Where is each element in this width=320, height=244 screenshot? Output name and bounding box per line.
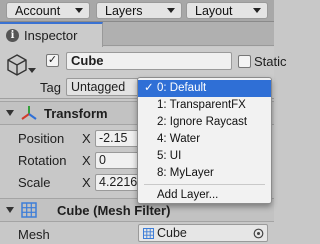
layer-option-label: 5: UI	[157, 150, 182, 162]
active-checkbox[interactable]: ✓	[46, 54, 59, 67]
layer-option-ignore-raycast[interactable]: 2: Ignore Raycast	[138, 114, 271, 131]
static-checkbox[interactable]	[238, 55, 251, 68]
icon-dropdown-caret-icon[interactable]	[28, 68, 36, 74]
layer-option-label: 2: Ignore Raycast	[157, 116, 248, 128]
transform-title: Transform	[44, 105, 108, 121]
chevron-down-icon	[75, 8, 83, 13]
layout-dropdown[interactable]: Layout	[186, 2, 268, 19]
layer-option-label: 8: MyLayer	[157, 167, 214, 179]
layer-option-label: 4: Water	[157, 133, 201, 145]
account-dropdown[interactable]: Account	[6, 2, 90, 19]
layer-option-transparentfx[interactable]: 1: TransparentFX	[138, 97, 271, 114]
mesh-value: Cube	[157, 226, 187, 240]
position-x-axis-label: X	[82, 131, 91, 146]
layer-option-water[interactable]: 4: Water	[138, 131, 271, 148]
rotation-x-axis-label: X	[82, 153, 91, 168]
layer-option-label: 0: Default	[157, 82, 207, 94]
position-label: Position	[18, 131, 65, 146]
chevron-down-icon	[253, 8, 261, 13]
info-icon: i	[6, 29, 19, 42]
tab-inspector-label: Inspector	[24, 28, 78, 43]
object-picker-icon[interactable]	[253, 228, 264, 239]
layers-label: Layers	[105, 3, 143, 18]
layers-dropdown[interactable]: Layers	[96, 2, 182, 19]
scale-x-axis-label: X	[82, 175, 91, 190]
position-x-field[interactable]: -2.15	[95, 130, 143, 147]
rotation-x-field[interactable]: 0	[95, 152, 143, 169]
account-label: Account	[15, 3, 61, 18]
static-label: Static	[254, 54, 287, 69]
layer-option-mylayer[interactable]: 8: MyLayer	[138, 165, 271, 182]
layout-label: Layout	[195, 3, 233, 18]
gameobject-cube-icon	[7, 54, 27, 76]
tag-value: Untagged	[71, 80, 126, 94]
mesh-grid-icon	[21, 202, 37, 218]
scale-label: Scale	[18, 175, 51, 190]
object-name-input[interactable]: Cube	[66, 52, 232, 70]
mesh-filter-title: Cube (Mesh Filter)	[57, 202, 171, 218]
checkmark-icon: ✓	[47, 54, 58, 66]
checkmark-icon: ✓	[144, 82, 154, 94]
tag-dropdown[interactable]: Untagged	[66, 78, 148, 96]
layer-option-ui[interactable]: 5: UI	[138, 148, 271, 165]
menu-separator	[144, 184, 265, 185]
layer-dropdown-menu: ✓ 0: Default 1: TransparentFX 2: Ignore …	[137, 77, 272, 204]
foldout-arrow-icon[interactable]	[6, 207, 14, 213]
mesh-object-field[interactable]: Cube	[138, 224, 268, 242]
layer-option-default[interactable]: ✓ 0: Default	[138, 80, 271, 97]
add-layer-option[interactable]: Add Layer...	[138, 187, 271, 204]
scale-x-field[interactable]: 4.2216	[95, 174, 143, 191]
mesh-label: Mesh	[18, 227, 50, 242]
layer-option-label: 1: TransparentFX	[157, 99, 246, 111]
rotation-label: Rotation	[18, 153, 67, 168]
transform-axes-icon	[21, 106, 37, 120]
foldout-arrow-icon[interactable]	[6, 110, 14, 116]
tag-label: Tag	[40, 80, 61, 95]
chevron-down-icon	[167, 8, 175, 13]
mesh-grid-icon	[143, 227, 154, 239]
add-layer-label: Add Layer...	[157, 189, 219, 201]
tab-inspector[interactable]: i Inspector	[0, 22, 103, 47]
